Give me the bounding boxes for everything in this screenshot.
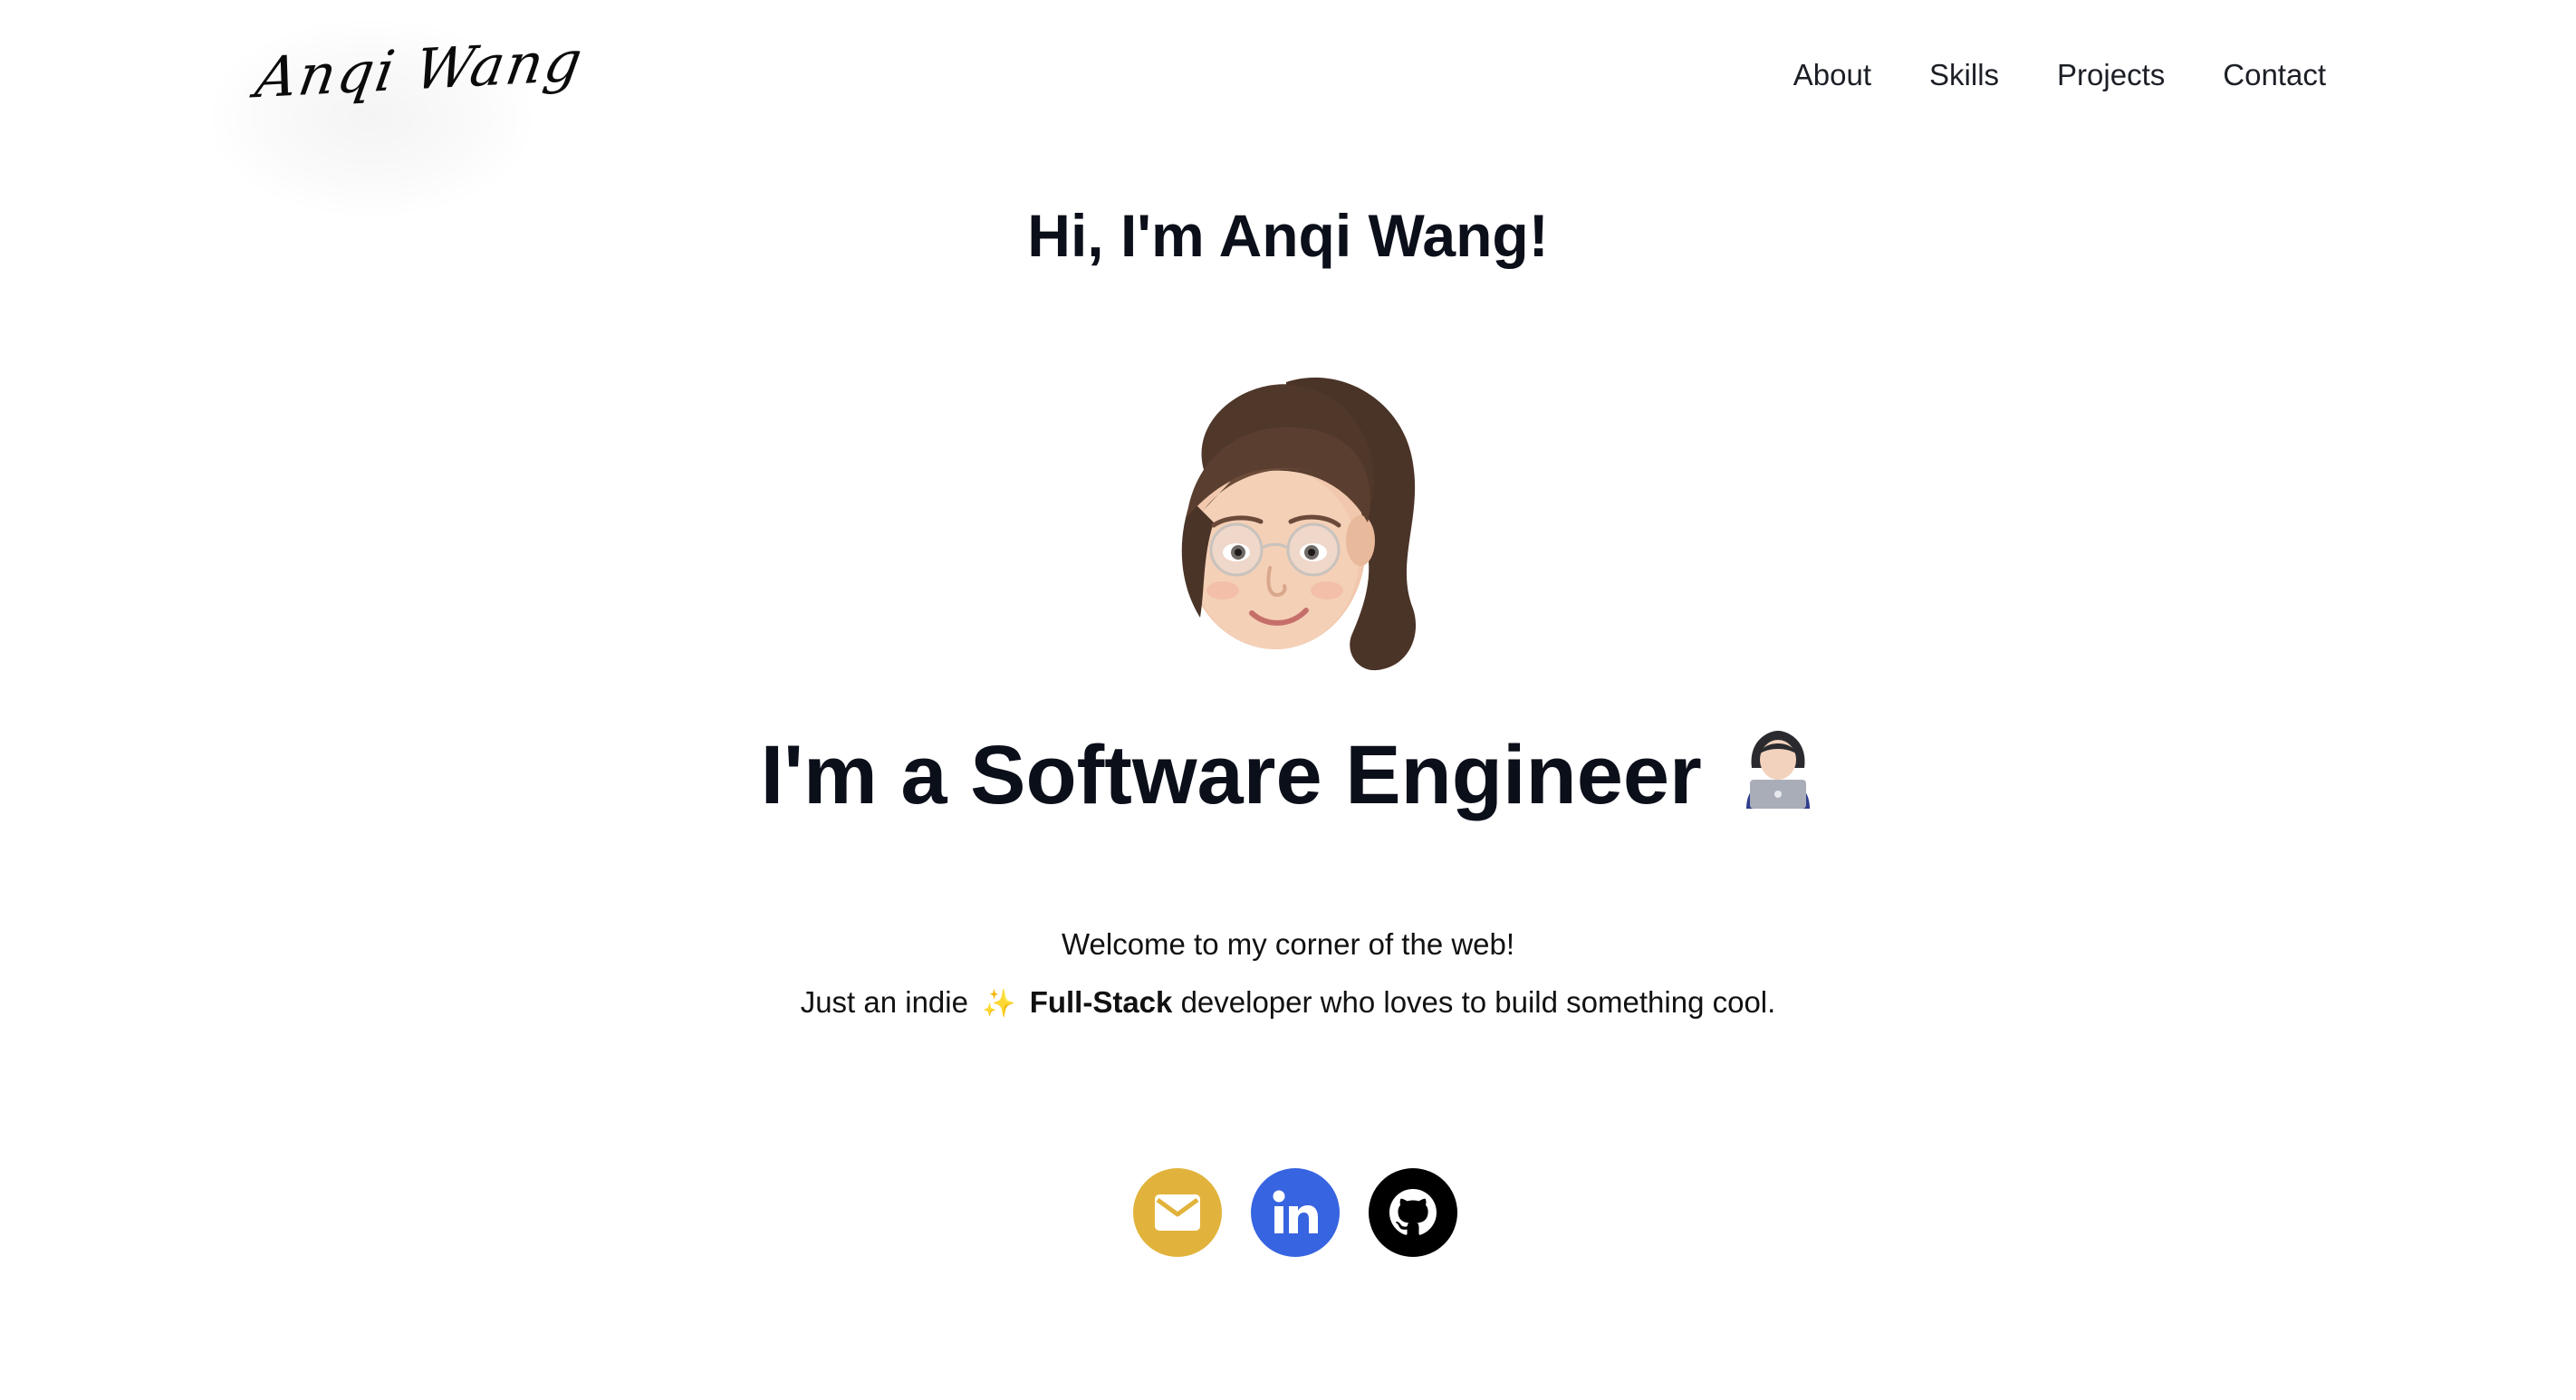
intro-fullstack: Full-Stack — [1029, 985, 1173, 1019]
social-links — [1133, 1168, 1457, 1257]
nav-skills[interactable]: Skills — [1929, 58, 1999, 92]
role-heading: I'm a Software Engineer — [0, 727, 2576, 823]
main-nav: About Skills Projects Contact — [1793, 58, 2326, 92]
email-button[interactable] — [1133, 1168, 1222, 1257]
github-icon — [1389, 1189, 1437, 1235]
portfolio-page: Anqi Wang About Skills Projects Contact … — [0, 0, 2576, 1400]
nav-about[interactable]: About — [1793, 58, 1871, 92]
intro-prefix: Just an indie — [800, 985, 968, 1019]
sparkles-icon: ✨ — [982, 989, 1016, 1019]
woman-technologist-icon — [1746, 731, 1811, 809]
linkedin-button[interactable] — [1251, 1168, 1340, 1257]
envelope-icon — [1155, 1194, 1200, 1231]
linkedin-icon — [1273, 1190, 1318, 1233]
github-button[interactable] — [1369, 1168, 1457, 1257]
memoji-avatar-icon — [1181, 377, 1417, 671]
intro-tagline: Just an indie ✨ Full-Stack developer who… — [0, 985, 2576, 1020]
greeting-heading: Hi, I'm Anqi Wang! — [1027, 202, 1549, 269]
intro-welcome: Welcome to my corner of the web! — [1061, 927, 1515, 961]
role-text: I'm a Software Engineer — [760, 729, 1702, 821]
nav-contact[interactable]: Contact — [2223, 58, 2326, 92]
nav-projects[interactable]: Projects — [2057, 58, 2165, 92]
intro-suffix: developer who loves to build something c… — [1180, 985, 1776, 1019]
